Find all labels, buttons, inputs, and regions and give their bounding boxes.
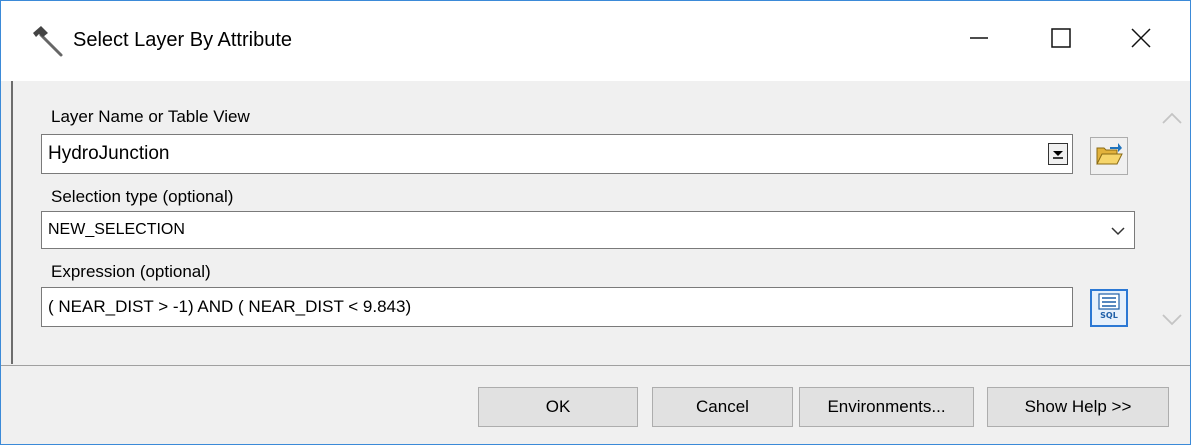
sql-builder-button[interactable]: SQL	[1090, 289, 1128, 327]
selection-type-select[interactable]: NEW_SELECTION	[41, 211, 1135, 249]
cancel-button[interactable]: Cancel	[652, 387, 793, 427]
minimize-icon	[968, 27, 990, 54]
maximize-button[interactable]	[1031, 11, 1091, 69]
close-button[interactable]	[1111, 11, 1171, 69]
close-icon	[1130, 27, 1152, 54]
title-bar[interactable]: Select Layer By Attribute	[1, 1, 1190, 81]
layer-combobox[interactable]: HydroJunction	[41, 134, 1073, 174]
minimize-button[interactable]	[949, 11, 1009, 69]
hammer-icon	[29, 23, 65, 59]
selection-type-value: NEW_SELECTION	[48, 221, 185, 238]
maximize-icon	[1050, 27, 1072, 54]
dialog-window: Select Layer By Attribute Layer Name or …	[0, 0, 1191, 445]
expression-input[interactable]: ( NEAR_DIST > -1) AND ( NEAR_DIST < 9.84…	[41, 287, 1073, 327]
scroll-down-icon[interactable]	[1159, 307, 1185, 331]
sql-icon: SQL	[1096, 292, 1122, 325]
footer-divider	[1, 365, 1190, 366]
ok-button[interactable]: OK	[478, 387, 638, 427]
window-title: Select Layer By Attribute	[73, 29, 293, 51]
show-help-button[interactable]: Show Help >>	[987, 387, 1169, 427]
browse-button[interactable]	[1090, 137, 1128, 175]
sql-icon-text: SQL	[1100, 311, 1118, 320]
selection-type-label: Selection type (optional)	[51, 187, 234, 206]
open-folder-icon	[1095, 141, 1123, 172]
layer-label: Layer Name or Table View	[51, 107, 250, 126]
layer-value: HydroJunction	[48, 143, 170, 164]
chevron-down-icon	[1110, 224, 1126, 236]
expression-value: ( NEAR_DIST > -1) AND ( NEAR_DIST < 9.84…	[48, 297, 412, 316]
expression-label: Expression (optional)	[51, 262, 211, 281]
chevron-up-icon[interactable]	[1159, 107, 1185, 131]
environments-button[interactable]: Environments...	[799, 387, 974, 427]
dropdown-arrow-icon[interactable]	[1048, 143, 1068, 165]
